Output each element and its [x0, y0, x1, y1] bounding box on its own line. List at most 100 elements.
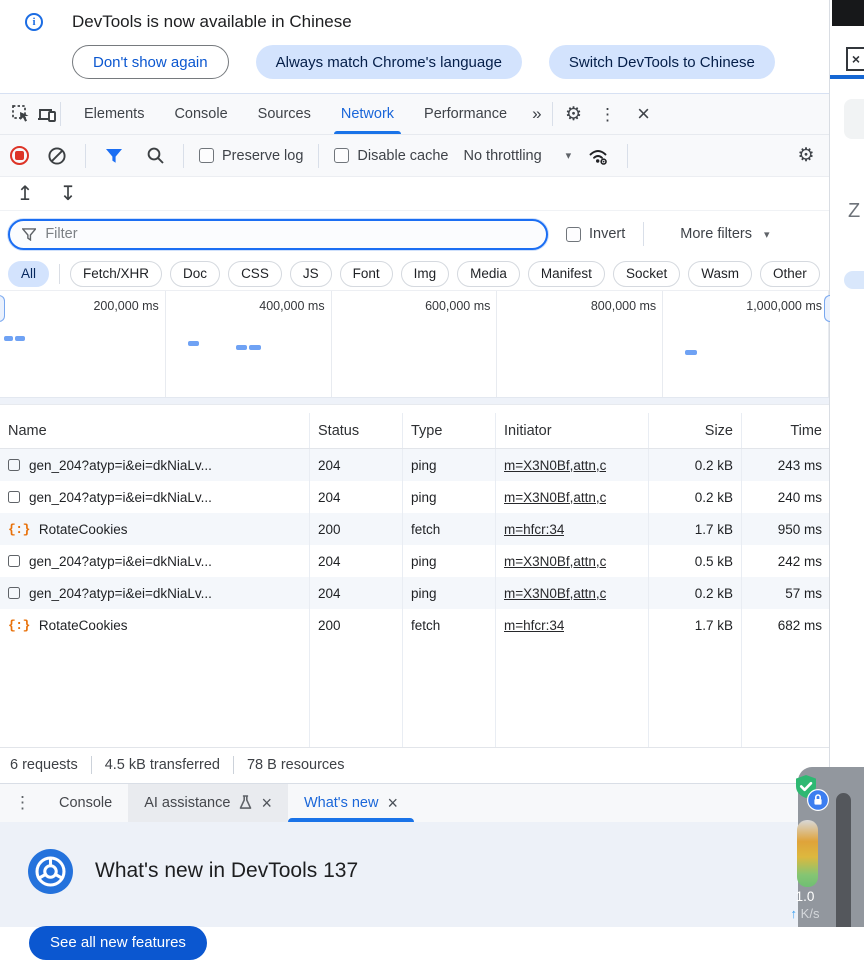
network-overview-timeline[interactable]: 200,000 ms400,000 ms600,000 ms800,000 ms… — [0, 291, 829, 405]
chip-font[interactable]: Font — [340, 261, 393, 287]
chip-wasm[interactable]: Wasm — [688, 261, 752, 287]
drawer-tab-what-s-new[interactable]: What's new × — [288, 784, 414, 822]
drawer-tab-label: AI assistance — [144, 795, 230, 811]
request-status: 204 — [310, 449, 403, 481]
switch-language-button[interactable]: Switch DevTools to Chinese — [549, 45, 775, 79]
tab-console[interactable]: Console — [159, 94, 242, 134]
network-conditions-icon[interactable] — [586, 141, 612, 171]
request-name: RotateCookies — [39, 618, 128, 633]
timeline-tick-label: 800,000 ms — [591, 299, 656, 313]
initiator-link[interactable]: m=hfcr:34 — [504, 522, 564, 537]
settings-gear-icon[interactable]: ⚙ — [561, 99, 587, 129]
throttling-value: No throttling — [463, 148, 541, 164]
see-all-features-button[interactable]: See all new features — [29, 926, 207, 960]
chip-fetch-xhr[interactable]: Fetch/XHR — [70, 261, 162, 287]
search-icon[interactable] — [142, 141, 168, 171]
network-overview-bar — [15, 336, 25, 341]
page-scrollbar[interactable] — [836, 793, 851, 927]
chip-all[interactable]: All — [8, 261, 49, 287]
tab-sources[interactable]: Sources — [243, 94, 326, 134]
network-overview-bar — [249, 345, 261, 350]
tab-performance[interactable]: Performance — [409, 94, 522, 134]
request-time: 682 ms — [742, 609, 830, 641]
throttling-select[interactable]: No throttling ▾ — [463, 148, 571, 164]
dont-show-again-button[interactable]: Don't show again — [72, 45, 229, 79]
drawer-tab-label: What's new — [304, 795, 379, 811]
column-header-time[interactable]: Time — [742, 413, 830, 448]
filter-input-box[interactable] — [8, 219, 548, 250]
close-devtools-icon[interactable]: × — [631, 99, 657, 129]
column-header-size[interactable]: Size — [649, 413, 742, 448]
more-panels-icon[interactable]: » — [522, 104, 551, 124]
import-har-icon[interactable]: ↥ — [12, 179, 38, 209]
column-header-type[interactable]: Type — [403, 413, 496, 448]
inspect-element-icon[interactable] — [8, 99, 34, 129]
preserve-log-checkbox[interactable]: Preserve log — [199, 148, 303, 164]
request-status: 204 — [310, 545, 403, 577]
table-row[interactable]: gen_204?atyp=i&ei=dkNiaLv...204pingm=X3N… — [0, 577, 829, 609]
table-row[interactable]: gen_204?atyp=i&ei=dkNiaLv...204pingm=X3N… — [0, 545, 829, 577]
chip-other[interactable]: Other — [760, 261, 820, 287]
chip-doc[interactable]: Doc — [170, 261, 220, 287]
drawer-tabbar: ⋮ ConsoleAI assistance×What's new× × — [0, 783, 829, 822]
fetch-xhr-icon: {:} — [8, 618, 30, 633]
toolbar-divider — [60, 102, 61, 126]
chip-socket[interactable]: Socket — [613, 261, 680, 287]
column-header-initiator[interactable]: Initiator — [496, 413, 649, 448]
initiator-link[interactable]: m=X3N0Bf,attn,c — [504, 586, 606, 601]
tab-network[interactable]: Network — [326, 94, 409, 134]
initiator-link[interactable]: m=X3N0Bf,attn,c — [504, 490, 606, 505]
table-row[interactable]: gen_204?atyp=i&ei=dkNiaLv...204pingm=X3N… — [0, 481, 829, 513]
tab-elements[interactable]: Elements — [69, 94, 159, 134]
initiator-link[interactable]: m=hfcr:34 — [504, 618, 564, 633]
initiator-link[interactable]: m=X3N0Bf,attn,c — [504, 554, 606, 569]
match-language-button[interactable]: Always match Chrome's language — [256, 45, 522, 79]
customize-devtools-icon[interactable]: ⋮ — [595, 99, 621, 129]
request-name-cell: gen_204?atyp=i&ei=dkNiaLv... — [0, 449, 310, 481]
timeline-left-handle[interactable] — [0, 295, 5, 322]
ping-request-icon — [8, 587, 20, 599]
request-type: fetch — [403, 513, 496, 545]
export-har-icon[interactable]: ↧ — [55, 179, 81, 209]
download-glyph: ↧ — [60, 181, 77, 206]
column-header-status[interactable]: Status — [310, 413, 403, 448]
invert-checkbox[interactable]: Invert — [566, 226, 625, 242]
table-row[interactable]: gen_204?atyp=i&ei=dkNiaLv...204pingm=X3N… — [0, 449, 829, 481]
table-row[interactable]: {:}RotateCookies200fetchm=hfcr:341.7 kB6… — [0, 609, 829, 641]
chip-media[interactable]: Media — [457, 261, 520, 287]
kebab-glyph: ⋮ — [14, 793, 31, 813]
close-tab-icon[interactable]: × — [261, 794, 272, 812]
network-settings-gear-icon[interactable]: ⚙ — [793, 141, 819, 171]
close-tab-icon[interactable]: × — [387, 794, 398, 812]
toolbar-divider — [85, 144, 86, 168]
initiator-link[interactable]: m=X3N0Bf,attn,c — [504, 458, 606, 473]
drawer-tab-ai-assistance[interactable]: AI assistance × — [128, 784, 288, 822]
record-network-log-icon[interactable] — [10, 146, 29, 165]
clear-network-log-icon[interactable] — [44, 141, 70, 171]
more-filters-button[interactable]: More filters ▾ — [680, 226, 769, 242]
drawer-menu-icon[interactable]: ⋮ — [0, 784, 43, 822]
request-type: ping — [403, 545, 496, 577]
page-black-box — [832, 0, 864, 26]
chip-js[interactable]: JS — [290, 261, 332, 287]
column-header-name[interactable]: Name — [0, 413, 310, 448]
requests-table: gen_204?atyp=i&ei=dkNiaLv...204pingm=X3N… — [0, 449, 829, 641]
devtools-logo-icon — [27, 848, 74, 895]
summary-divider — [233, 756, 234, 774]
chip-img[interactable]: Img — [401, 261, 450, 287]
whats-new-panel: What's new in DevTools 137 See all new f… — [0, 822, 829, 928]
disable-cache-checkbox[interactable]: Disable cache — [334, 148, 448, 164]
toggle-device-toolbar-icon[interactable] — [34, 99, 60, 129]
filter-bar: Invert More filters ▾ — [0, 211, 829, 257]
request-initiator-cell: m=X3N0Bf,attn,c — [496, 545, 649, 577]
filter-input[interactable] — [45, 226, 534, 242]
checkbox-box — [334, 148, 349, 163]
close-glyph: × — [637, 103, 650, 125]
filter-toggle-icon[interactable] — [101, 141, 127, 171]
drawer-tab-console[interactable]: Console — [43, 784, 128, 822]
chip-manifest[interactable]: Manifest — [528, 261, 605, 287]
whats-new-heading: What's new in DevTools 137 — [95, 859, 358, 883]
toolbar-divider — [183, 144, 184, 168]
table-row[interactable]: {:}RotateCookies200fetchm=hfcr:341.7 kB9… — [0, 513, 829, 545]
chip-css[interactable]: CSS — [228, 261, 282, 287]
